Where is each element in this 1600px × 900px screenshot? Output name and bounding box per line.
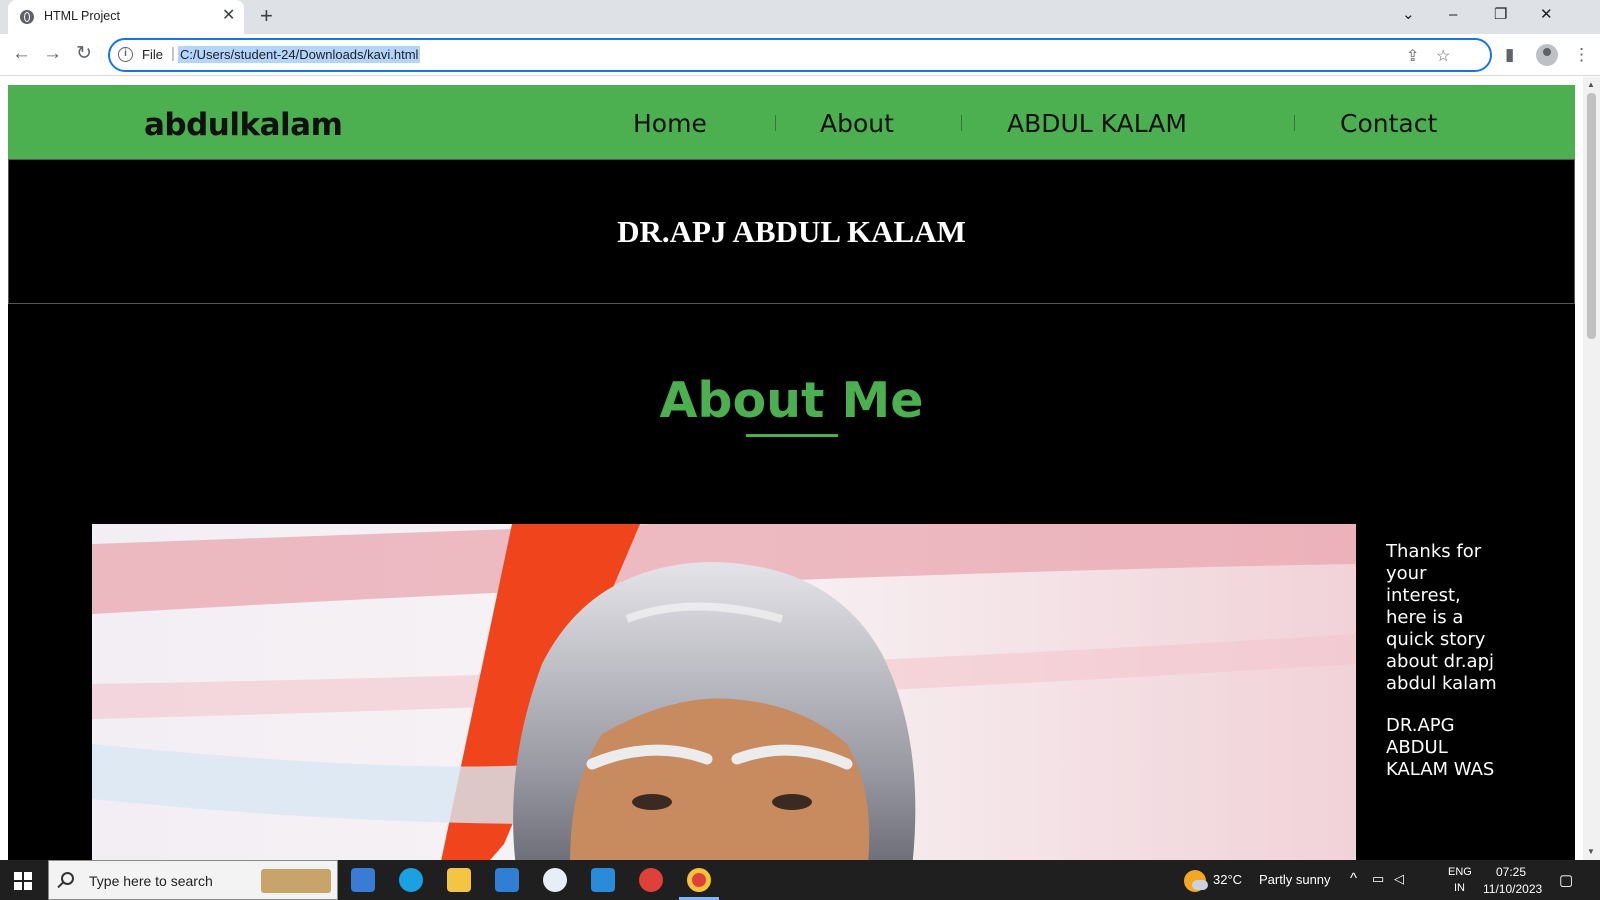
vscode-icon[interactable] <box>591 868 615 892</box>
weather-description[interactable]: Partly sunny <box>1259 872 1331 887</box>
taskbar-search-box[interactable]: Type here to search <box>48 860 338 900</box>
side-panel-icon[interactable]: ▮ <box>1505 43 1514 67</box>
scroll-down-arrow-icon[interactable]: ▼ <box>1587 847 1595 856</box>
nav-divider <box>961 115 962 131</box>
speaker-icon[interactable]: ◁ <box>1394 871 1404 887</box>
nav-link-about[interactable]: About <box>820 109 894 138</box>
windows-taskbar: Type here to search 32°C Partly sunny ^ … <box>0 860 1600 900</box>
nav-link-home[interactable]: Home <box>633 109 707 138</box>
app-icon[interactable] <box>543 868 567 892</box>
nav-link-contact[interactable]: Contact <box>1340 109 1437 138</box>
new-tab-button[interactable]: + <box>260 3 273 29</box>
windows-start-icon[interactable] <box>14 872 32 890</box>
browser-tab-strip: HTML Project ✕ + ⌄ – ❐ ✕ <box>0 0 1600 34</box>
about-heading: About Me <box>659 372 924 429</box>
back-button[interactable]: ← <box>12 42 31 66</box>
page-scrollbar[interactable]: ▲ ▼ <box>1583 77 1600 860</box>
tab-html-project[interactable]: HTML Project ✕ <box>8 0 244 34</box>
menu-icon[interactable]: ⋮ <box>1573 43 1590 67</box>
share-icon[interactable]: ⇪ <box>1406 46 1419 66</box>
weather-icon[interactable] <box>1184 870 1208 892</box>
page-viewport: abdulkalam Home About ABDUL KALAM Contac… <box>0 77 1583 860</box>
tab-title: HTML Project <box>44 9 120 23</box>
scheme-label: File <box>142 47 163 62</box>
address-bar[interactable]: i File | C:/Users/student-24/Downloads/k… <box>108 38 1492 72</box>
browser-toolbar: ← → ↻ i File | C:/Users/student-24/Downl… <box>0 34 1600 76</box>
tab-search-button[interactable]: ⌄ <box>1402 4 1415 26</box>
kalam-portrait-image <box>92 524 1356 860</box>
clock-date[interactable]: 11/10/2023 <box>1483 882 1542 896</box>
scrollbar-thumb[interactable] <box>1587 93 1596 339</box>
tab-close-button[interactable]: ✕ <box>222 7 235 25</box>
heading-underline <box>746 434 838 437</box>
nav-link-abdul-kalam[interactable]: ABDUL KALAM <box>1007 109 1187 138</box>
site-navbar: abdulkalam Home About ABDUL KALAM Contac… <box>8 85 1575 159</box>
edge-icon[interactable] <box>399 868 423 892</box>
minimize-button[interactable]: – <box>1449 4 1457 26</box>
chrome-profile-icon[interactable] <box>639 868 663 892</box>
language-region[interactable]: IN <box>1454 882 1465 894</box>
file-explorer-icon[interactable] <box>447 868 471 892</box>
reload-button[interactable]: ↻ <box>76 42 92 66</box>
tray-overflow-chevron-icon[interactable]: ^ <box>1350 870 1357 887</box>
info-icon[interactable]: i <box>118 47 133 62</box>
about-paragraph: Thanks for your interest, here is a quic… <box>1386 541 1497 694</box>
notification-icon[interactable]: ▢ <box>1559 871 1573 889</box>
store-icon[interactable] <box>351 868 375 892</box>
search-icon <box>61 872 74 885</box>
chrome-icon[interactable] <box>687 868 711 892</box>
restore-button[interactable]: ❐ <box>1494 4 1507 26</box>
nav-divider <box>775 115 776 131</box>
hero-banner: DR.APJ ABDUL KALAM <box>8 159 1575 304</box>
search-highlight-icon <box>261 869 331 893</box>
nav-divider <box>1294 115 1295 131</box>
profile-avatar[interactable] <box>1536 44 1558 66</box>
language-code[interactable]: ENG <box>1448 866 1472 878</box>
weather-temperature[interactable]: 32°C <box>1213 872 1242 887</box>
close-window-button[interactable]: ✕ <box>1540 4 1553 26</box>
clock-time[interactable]: 07:25 <box>1496 865 1526 879</box>
about-section: About Me Thanks for your interest, here … <box>8 304 1575 860</box>
mail-icon[interactable] <box>495 868 519 892</box>
about-paragraph: DR.APG ABDUL KALAM WAS <box>1386 715 1495 780</box>
banner-title: DR.APJ ABDUL KALAM <box>617 214 966 249</box>
search-placeholder: Type here to search <box>89 873 213 889</box>
forward-button[interactable]: → <box>43 42 62 66</box>
site-logo[interactable]: abdulkalam <box>144 107 343 143</box>
url-text[interactable]: C:/Users/student-24/Downloads/kavi.html <box>178 46 421 63</box>
star-icon[interactable]: ☆ <box>1436 46 1450 66</box>
scroll-up-arrow-icon[interactable]: ▲ <box>1587 80 1595 89</box>
network-icon[interactable]: ▭ <box>1372 871 1384 887</box>
scheme-divider: | <box>171 45 175 62</box>
about-text: Thanks for your interest, here is a quic… <box>1386 541 1498 781</box>
globe-icon <box>20 10 34 24</box>
